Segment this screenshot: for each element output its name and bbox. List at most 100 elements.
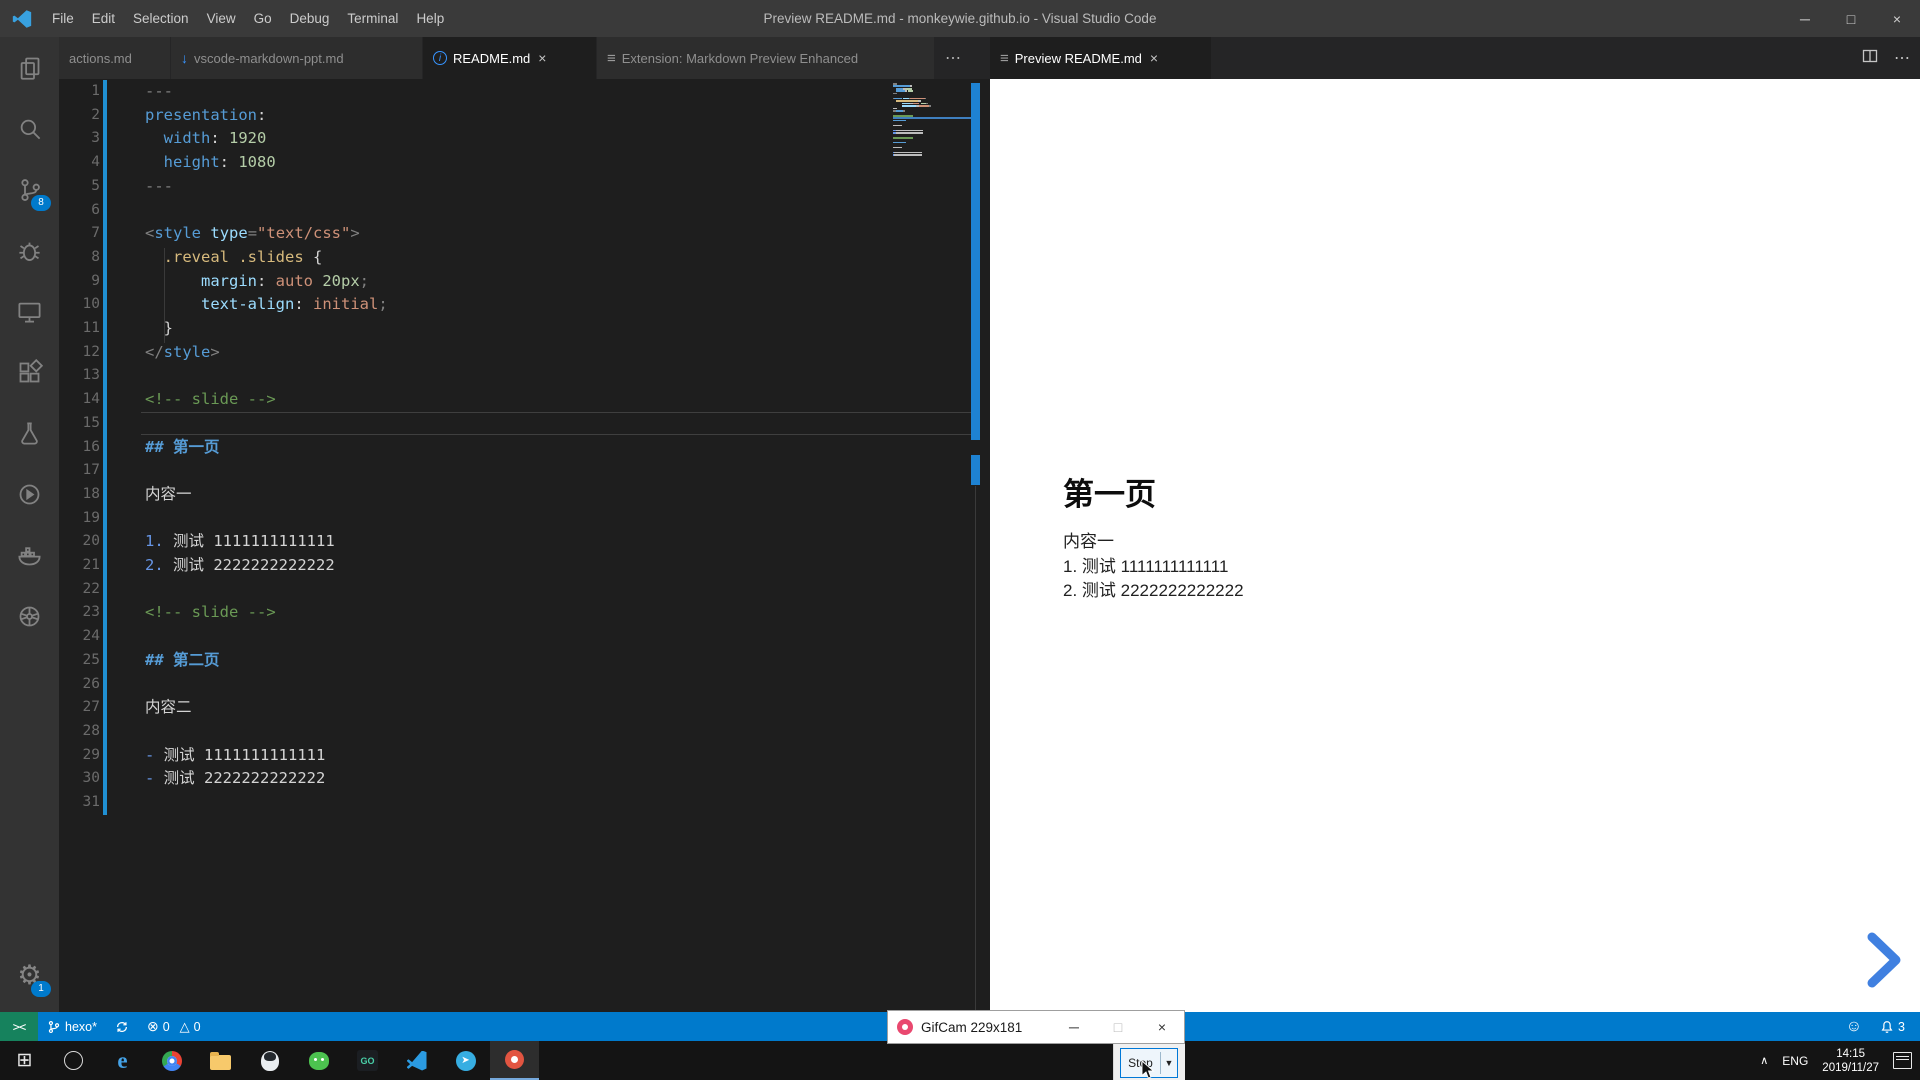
code-line[interactable]: 3 width: 1920 xyxy=(59,127,990,151)
activity-debug-icon[interactable] xyxy=(0,220,59,281)
menu-file[interactable]: File xyxy=(43,0,83,37)
taskbar-cortana-icon[interactable] xyxy=(49,1041,98,1080)
code-text: ## 第二页 xyxy=(145,649,220,673)
close-button[interactable]: × xyxy=(1874,0,1920,37)
activity-test-explorer-icon[interactable] xyxy=(0,403,59,464)
code-line[interactable]: 201. 测试 1111111111111 xyxy=(59,530,990,554)
taskbar-explorer-icon[interactable] xyxy=(196,1041,245,1080)
minimap-line xyxy=(893,88,975,90)
code-line[interactable]: 17 xyxy=(59,459,990,483)
sync-item[interactable] xyxy=(106,1012,138,1041)
git-branch-item[interactable]: hexo* xyxy=(38,1012,106,1041)
code-line[interactable]: 24 xyxy=(59,625,990,649)
code-line[interactable]: 212. 测试 2222222222222 xyxy=(59,554,990,578)
gifcam-stop-dropdown-icon[interactable]: ▼ xyxy=(1161,1058,1177,1068)
taskbar-go-icon[interactable]: GO xyxy=(343,1041,392,1080)
editor-scrollbar[interactable] xyxy=(971,83,980,440)
activity-remote-explorer-icon[interactable] xyxy=(0,281,59,342)
next-slide-arrow[interactable] xyxy=(1852,927,1914,993)
activity-explorer-icon[interactable] xyxy=(0,37,59,98)
code-line[interactable]: 18内容一 xyxy=(59,483,990,507)
tab-overflow-icon[interactable]: ⋯ xyxy=(935,37,971,79)
menu-edit[interactable]: Edit xyxy=(83,0,124,37)
code-line[interactable]: 26 xyxy=(59,673,990,697)
menu-go[interactable]: Go xyxy=(245,0,281,37)
taskbar-vscode-icon[interactable] xyxy=(392,1041,441,1080)
code-line[interactable]: 11 } xyxy=(59,317,990,341)
activity-live-server-icon[interactable] xyxy=(0,464,59,525)
maximize-button[interactable]: □ xyxy=(1828,0,1874,37)
code-line[interactable]: 9 margin: auto 20px; xyxy=(59,270,990,294)
activity-search-icon[interactable] xyxy=(0,98,59,159)
activity-extensions-icon[interactable] xyxy=(0,342,59,403)
language-indicator[interactable]: ENG xyxy=(1782,1054,1808,1068)
code-line[interactable]: 29- 测试 1111111111111 xyxy=(59,744,990,768)
problems-item[interactable]: ⊗ 0 △ 0 xyxy=(138,1012,210,1041)
tab-extension-markdown-preview-enhanced[interactable]: ≡Extension: Markdown Preview Enhanced xyxy=(597,37,935,79)
line-number: 16 xyxy=(59,436,100,460)
code-line[interactable]: 6 xyxy=(59,199,990,223)
tab-preview-readme[interactable]: ≡ Preview README.md × xyxy=(990,37,1212,79)
code-line[interactable]: 10 text-align: initial; xyxy=(59,293,990,317)
code-line[interactable]: 2presentation: xyxy=(59,104,990,128)
gifcam-minimize-button[interactable]: ─ xyxy=(1052,1011,1096,1043)
taskbar-edge-icon[interactable]: e xyxy=(98,1041,147,1080)
code-line[interactable]: 4 height: 1080 xyxy=(59,151,990,175)
code-line[interactable]: 30- 测试 2222222222222 xyxy=(59,767,990,791)
gifcam-close-button[interactable]: × xyxy=(1140,1011,1184,1043)
tab-readme-md[interactable]: iREADME.md× xyxy=(423,37,597,79)
menu-selection[interactable]: Selection xyxy=(124,0,198,37)
activity-kubernetes-icon[interactable] xyxy=(0,586,59,647)
code-line[interactable]: 27内容二 xyxy=(59,696,990,720)
code-line[interactable]: 7<style type="text/css"> xyxy=(59,222,990,246)
minimap-line xyxy=(893,110,975,112)
clock[interactable]: 14:15 2019/11/27 xyxy=(1822,1047,1879,1075)
line-number: 6 xyxy=(59,199,100,223)
activity-settings-icon[interactable]: ⚙1 xyxy=(0,945,59,1006)
menu-debug[interactable]: Debug xyxy=(281,0,339,37)
code-line[interactable]: 13 xyxy=(59,364,990,388)
code-line[interactable]: 25## 第二页 xyxy=(59,649,990,673)
code-line[interactable]: 22 xyxy=(59,578,990,602)
action-center-icon[interactable] xyxy=(1893,1052,1912,1069)
tab-actions-md[interactable]: actions.md xyxy=(59,37,171,79)
code-line[interactable]: 8 .reveal .slides { xyxy=(59,246,990,270)
menu-view[interactable]: View xyxy=(198,0,245,37)
code-line[interactable]: 14<!-- slide --> xyxy=(59,388,990,412)
code-line[interactable]: 12</style> xyxy=(59,341,990,365)
activity-source-control-icon[interactable]: 8 xyxy=(0,159,59,220)
code-line[interactable]: 31 xyxy=(59,791,990,815)
taskbar-wechat-icon[interactable] xyxy=(294,1041,343,1080)
code-line[interactable]: 5--- xyxy=(59,175,990,199)
close-tab-icon[interactable]: × xyxy=(538,50,546,66)
code-line[interactable]: 23<!-- slide --> xyxy=(59,601,990,625)
minimap[interactable] xyxy=(893,83,975,173)
notifications-bell[interactable]: 3 xyxy=(1871,1012,1914,1041)
code-line[interactable]: 28 xyxy=(59,720,990,744)
gifcam-title-bar[interactable]: GifCam 229x181 ─ □ × xyxy=(887,1010,1185,1044)
code-line[interactable]: 15 xyxy=(59,412,990,436)
menu-help[interactable]: Help xyxy=(407,0,453,37)
menu-terminal[interactable]: Terminal xyxy=(338,0,407,37)
activity-docker-icon[interactable] xyxy=(0,525,59,586)
close-tab-icon[interactable]: × xyxy=(1150,50,1158,66)
code-line[interactable]: 1--- xyxy=(59,80,990,104)
taskbar-gifcam-icon[interactable] xyxy=(490,1041,539,1080)
taskbar-start-icon[interactable]: ⊞ xyxy=(0,1041,49,1080)
minimize-button[interactable]: ─ xyxy=(1782,0,1828,37)
tray-chevron-icon[interactable]: ∧ xyxy=(1760,1054,1768,1067)
code-editor[interactable]: 1---2presentation:3 width: 19204 height:… xyxy=(59,79,990,1012)
code-line[interactable]: 19 xyxy=(59,507,990,531)
editor-scrollbar-segment[interactable] xyxy=(971,455,980,485)
taskbar-qq-icon[interactable] xyxy=(245,1041,294,1080)
code-line[interactable]: 16 ## 第一页 xyxy=(59,436,990,460)
feedback-smiley-icon[interactable]: ☺ xyxy=(1837,1012,1871,1041)
remote-indicator[interactable]: >< xyxy=(0,1012,38,1041)
taskbar-chrome-icon[interactable] xyxy=(147,1041,196,1080)
more-actions-icon[interactable]: ⋯ xyxy=(1894,48,1910,68)
taskbar-telegram-icon[interactable]: ➤ xyxy=(441,1041,490,1080)
code-text: width: 1920 xyxy=(145,127,266,151)
split-editor-icon[interactable] xyxy=(1862,48,1878,69)
code-text: ## 第一页 xyxy=(145,436,220,460)
tab-vscode-markdown-ppt-md[interactable]: ↓vscode-markdown-ppt.md xyxy=(171,37,423,79)
